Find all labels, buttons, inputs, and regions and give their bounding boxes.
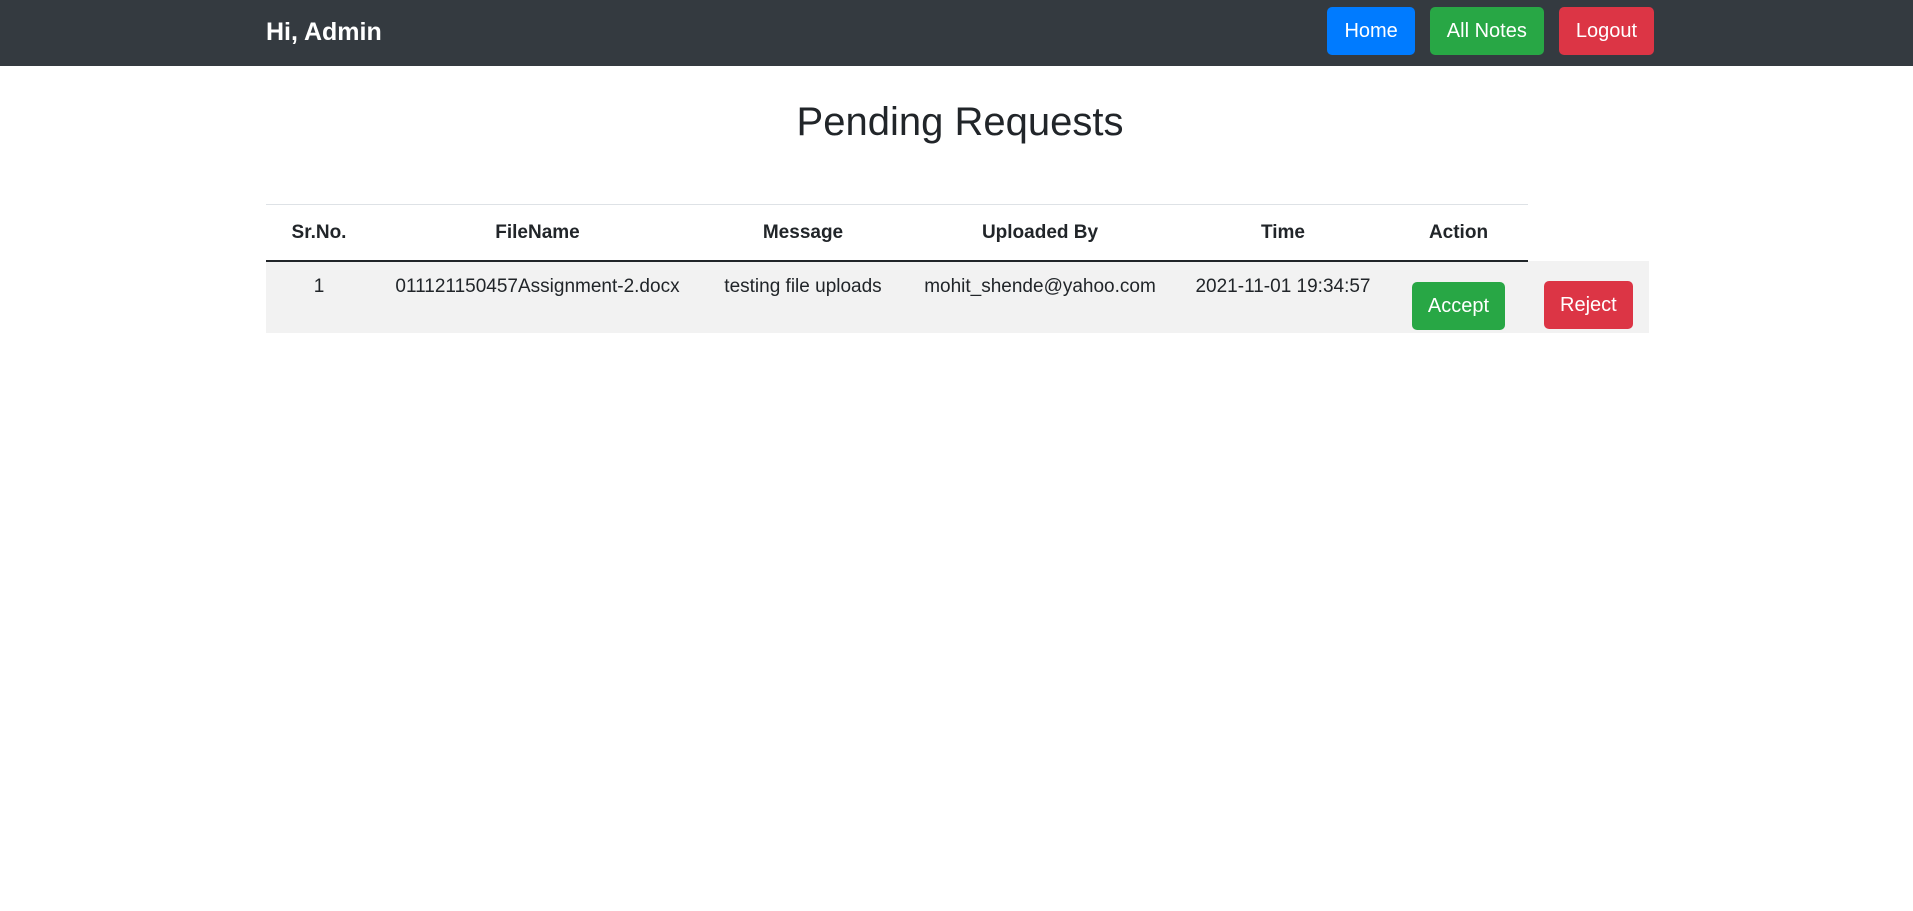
cell-time: 2021-11-01 19:34:57	[1195, 276, 1371, 297]
top-navbar: Hi, Admin Home All Notes Logout	[0, 0, 1913, 66]
header-filename: FileName	[372, 204, 703, 262]
cell-message: testing file uploads	[724, 276, 882, 297]
reject-button[interactable]: Reject	[1544, 281, 1633, 329]
table-header: Sr.No. FileName Message Uploaded By Time…	[266, 204, 1649, 262]
table-header-row: Sr.No. FileName Message Uploaded By Time…	[266, 204, 1649, 262]
cell-reject: Reject	[1528, 261, 1649, 333]
header-action: Action	[1389, 204, 1528, 262]
table-body: 1 011121150457Assignment-2.docx testing …	[266, 261, 1649, 333]
nav-button-group: Home All Notes Logout	[1327, 7, 1654, 55]
pending-requests-table-container: Sr.No. FileName Message Uploaded By Time…	[266, 204, 1654, 349]
home-button[interactable]: Home	[1327, 7, 1415, 55]
cell-uploaded-by: mohit_shende@yahoo.com	[924, 276, 1156, 297]
cell-sr-no: 1	[313, 276, 325, 297]
accept-button[interactable]: Accept	[1411, 282, 1506, 330]
cell-filename: 011121150457Assignment-2.docx	[395, 276, 680, 297]
greeting-brand[interactable]: Hi, Admin	[266, 0, 382, 66]
logout-button[interactable]: Logout	[1558, 7, 1654, 55]
header-message: Message	[703, 204, 903, 262]
header-time: Time	[1177, 204, 1389, 262]
header-uploaded-by: Uploaded By	[903, 204, 1177, 262]
cell-accept: Accept	[1389, 261, 1528, 333]
page-title: Pending Requests	[796, 100, 1124, 144]
header-sr-no: Sr.No.	[266, 204, 372, 262]
table-row: 1 011121150457Assignment-2.docx testing …	[266, 261, 1649, 333]
all-notes-button[interactable]: All Notes	[1429, 7, 1544, 55]
pending-requests-table: Sr.No. FileName Message Uploaded By Time…	[266, 204, 1649, 333]
